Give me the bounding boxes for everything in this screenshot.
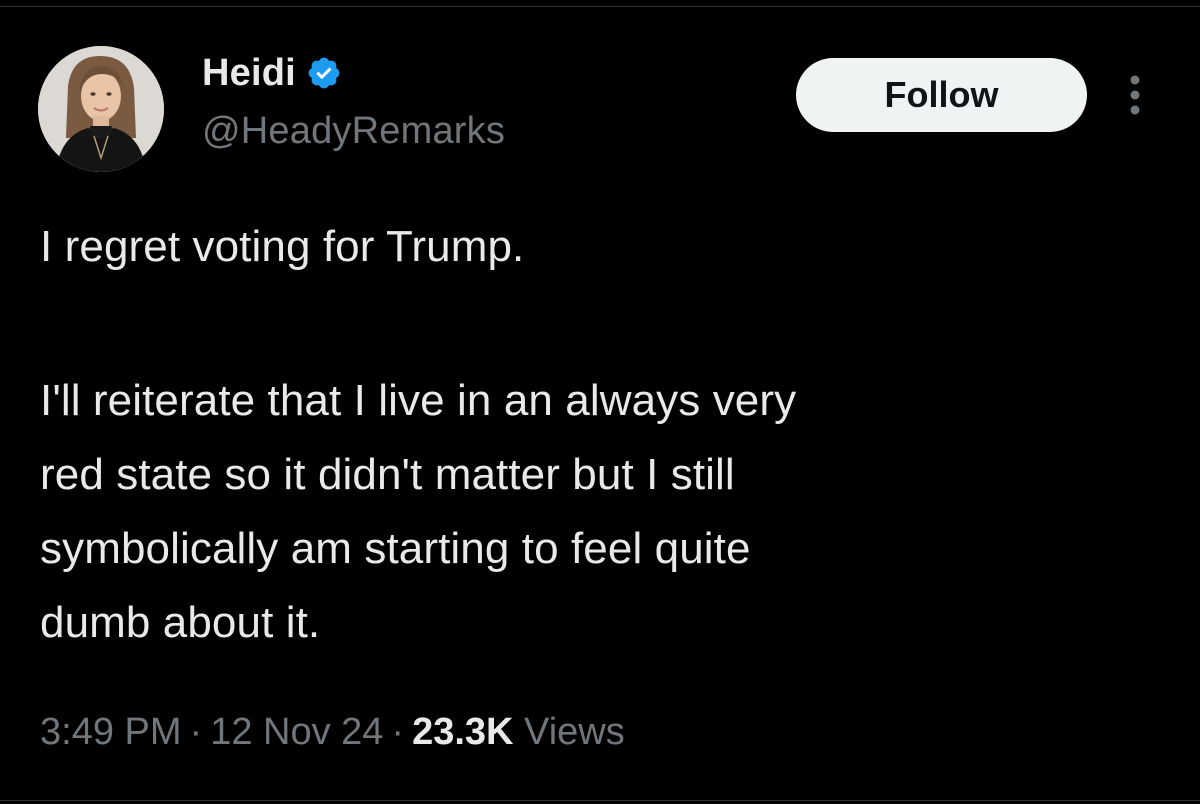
author-handle[interactable]: @HeadyRemarks — [202, 108, 505, 154]
avatar[interactable] — [38, 46, 164, 172]
author-name-row[interactable]: Heidi — [202, 50, 342, 96]
bottom-divider — [0, 800, 1200, 801]
author-display-name[interactable]: Heidi — [202, 50, 296, 96]
tweet-date[interactable]: 12 Nov 24 — [210, 711, 383, 753]
tweet-card: Heidi @HeadyRemarks Follow I regret voti… — [0, 0, 1200, 804]
more-vertical-icon[interactable] — [1120, 70, 1150, 120]
avatar-image — [38, 46, 164, 172]
tweet-text-line: symbolically am starting to feel quite — [40, 524, 751, 573]
views-count[interactable]: 23.3K — [412, 711, 513, 753]
meta-separator: · — [391, 711, 405, 753]
tweet-text-line: dumb about it. — [40, 598, 321, 647]
meta-separator: · — [189, 711, 203, 753]
tweet-text-line: I regret voting for Trump. — [40, 222, 525, 271]
top-divider — [0, 6, 1200, 7]
verified-badge-icon — [306, 55, 342, 91]
tweet-metadata: 3:49 PM · 12 Nov 24 · 23.3K Views — [40, 702, 625, 762]
tweet-time[interactable]: 3:49 PM — [40, 711, 182, 753]
views-label: Views — [524, 711, 625, 753]
follow-button[interactable]: Follow — [796, 58, 1087, 132]
tweet-text-line: I'll reiterate that I live in an always … — [40, 376, 797, 425]
tweet-text-line: red state so it didn't matter but I stil… — [40, 450, 735, 499]
